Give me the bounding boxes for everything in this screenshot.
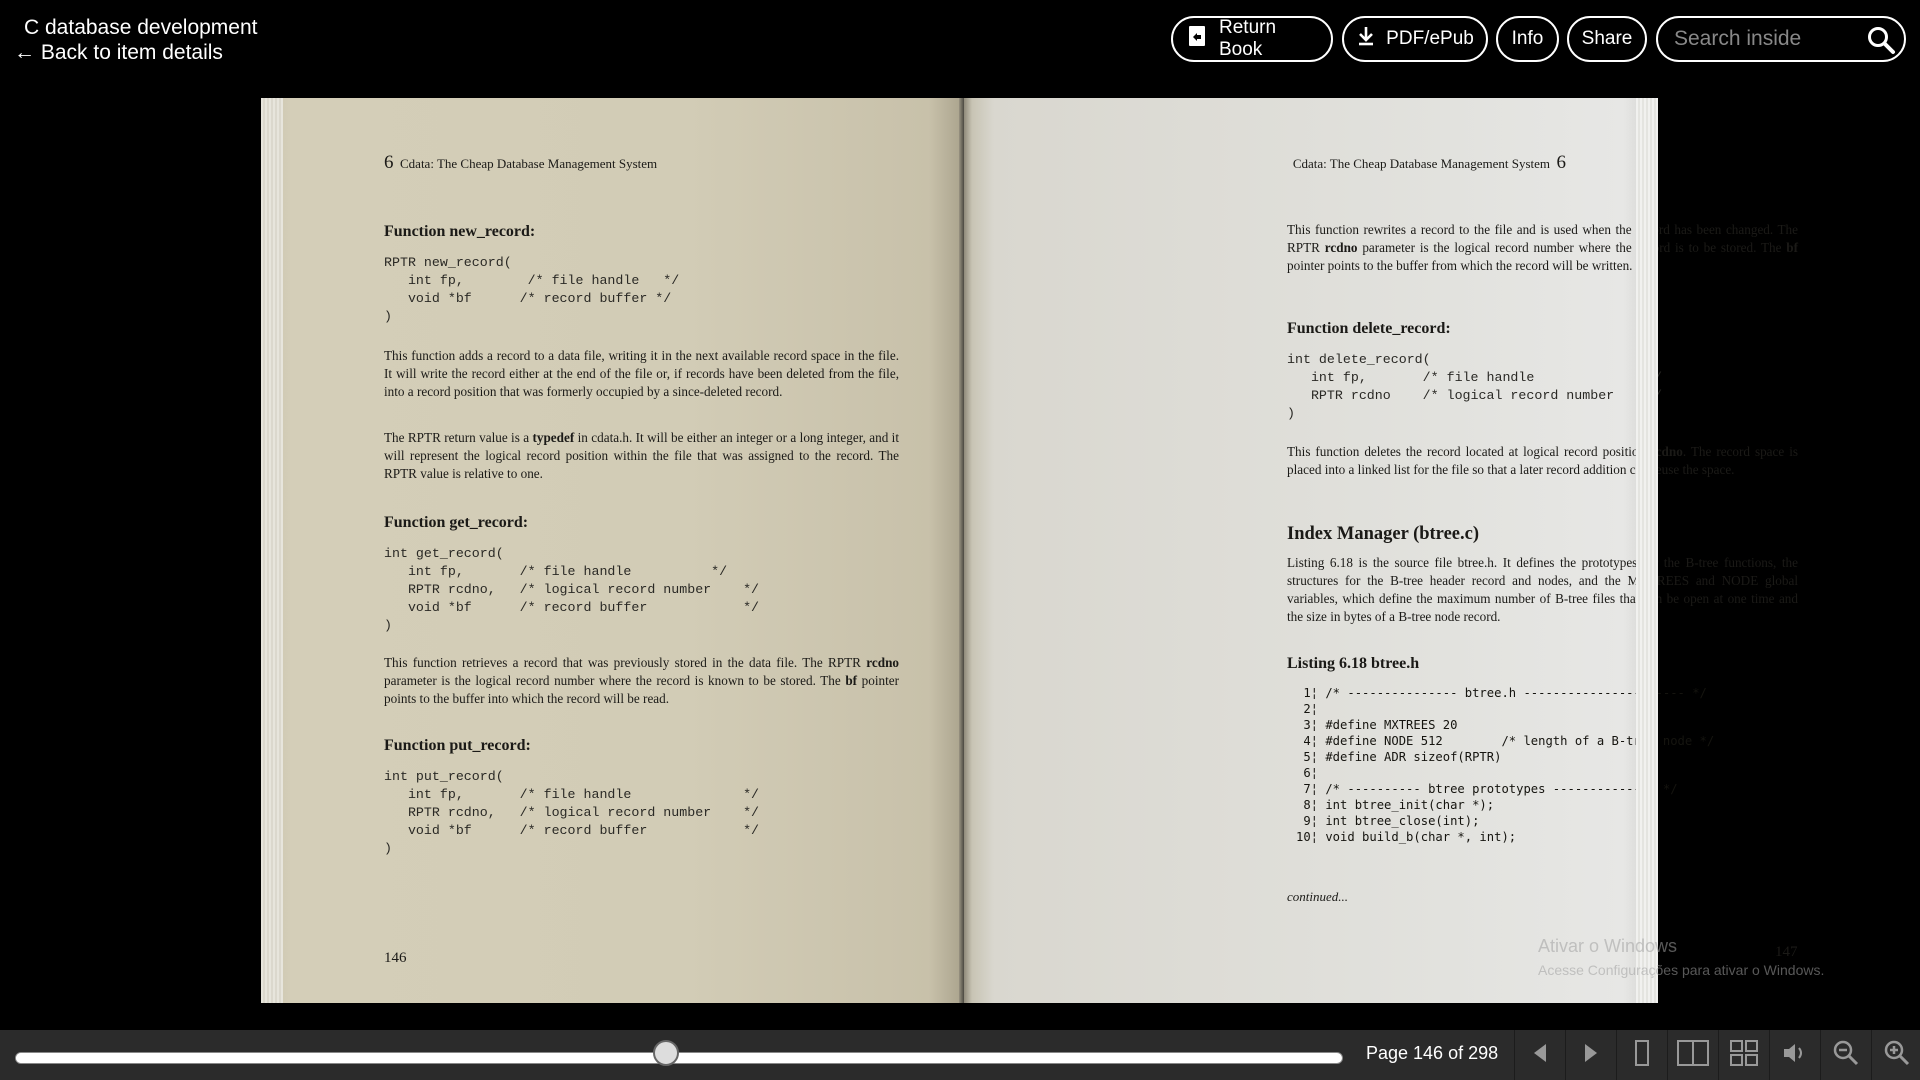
page-slider-fill xyxy=(16,1053,666,1063)
book-title: C database development xyxy=(24,16,258,39)
right-page[interactable]: Cdata: The Cheap Database Management Sys… xyxy=(964,98,1798,1003)
paragraph-put-record: This function rewrites a record to the f… xyxy=(1287,222,1798,273)
return-book-icon xyxy=(1187,25,1209,53)
paragraph-new-record-2: The RPTR return value is a typedef in cd… xyxy=(384,430,899,481)
zoom-out-icon xyxy=(1833,1040,1859,1071)
info-label: Info xyxy=(1511,28,1544,49)
pdf-epub-button[interactable]: PDF/ePub xyxy=(1342,16,1488,62)
search-box xyxy=(1656,16,1906,62)
page-slider-track[interactable] xyxy=(15,1052,1343,1064)
page-number-left: 146 xyxy=(384,950,407,966)
paragraph-new-record-1: This function adds a record to a data fi… xyxy=(384,348,899,399)
page-edges xyxy=(261,98,283,1003)
page-number-right: 147 xyxy=(1775,944,1798,960)
left-page[interactable]: 6 Cdata: The Cheap Database Management S… xyxy=(261,98,964,1003)
book-spread: 6 Cdata: The Cheap Database Management S… xyxy=(261,98,1798,1003)
paragraph-index-manager: Listing 6.18 is the source file btree.h.… xyxy=(1287,555,1798,624)
return-book-label: Return Book xyxy=(1219,17,1277,60)
thumbnail-view-icon xyxy=(1729,1039,1758,1071)
zoom-in-button[interactable] xyxy=(1871,1030,1920,1080)
two-page-view-icon xyxy=(1676,1039,1709,1071)
code-delete-record: int delete_record( int fp, /* file handl… xyxy=(1287,352,1662,421)
download-icon xyxy=(1356,25,1376,53)
one-page-view-icon xyxy=(1632,1039,1652,1071)
code-new-record: RPTR new_record( int fp, /* file handle … xyxy=(384,255,680,324)
code-get-record: int get_record( int fp, /* file handle *… xyxy=(384,546,760,633)
zoom-in-icon xyxy=(1884,1040,1910,1071)
bottom-toolbar: Page 146 of 298 xyxy=(0,1030,1920,1080)
heading-put-record: Function put_record: xyxy=(384,737,531,754)
read-aloud-icon xyxy=(1782,1041,1808,1070)
next-page-icon xyxy=(1581,1042,1601,1069)
windows-watermark-title: Ativar o Windows xyxy=(1538,936,1678,956)
continued-note: continued... xyxy=(1287,889,1349,904)
code-put-record: int put_record( int fp, /* file handle *… xyxy=(384,769,760,856)
next-page-button[interactable] xyxy=(1565,1030,1615,1080)
search-input[interactable] xyxy=(1672,26,1857,52)
heading-get-record: Function get_record: xyxy=(384,514,529,531)
running-head-left: 6 Cdata: The Cheap Database Management S… xyxy=(384,152,658,173)
search-icon[interactable] xyxy=(1866,25,1896,60)
page-slider-thumb[interactable] xyxy=(652,1040,679,1066)
heading-listing: Listing 6.18 btree.h xyxy=(1287,655,1420,672)
back-to-item-details-link[interactable]: ← Back to item details xyxy=(14,41,223,65)
one-page-view-button[interactable] xyxy=(1616,1030,1666,1080)
thumbnail-view-button[interactable] xyxy=(1718,1030,1768,1080)
page-edges-right xyxy=(1636,98,1658,1003)
two-page-view-button[interactable] xyxy=(1667,1030,1717,1080)
read-aloud-button[interactable] xyxy=(1769,1030,1819,1080)
heading-new-record: Function new_record: xyxy=(384,223,536,240)
pdf-epub-label: PDF/ePub xyxy=(1386,28,1474,49)
top-bar: C database development ← Back to item de… xyxy=(0,0,1920,96)
share-label: Share xyxy=(1581,28,1633,49)
prev-page-button[interactable] xyxy=(1514,1030,1564,1080)
share-button[interactable]: Share xyxy=(1567,16,1647,62)
windows-watermark-subtitle: Acesse Configurações para ativar o Windo… xyxy=(1538,962,1825,978)
info-button[interactable]: Info xyxy=(1496,16,1559,62)
page-indicator: Page 146 of 298 xyxy=(1366,1043,1499,1063)
return-book-button[interactable]: Return Book xyxy=(1171,16,1333,62)
heading-index-manager: Index Manager (btree.c) xyxy=(1287,524,1479,544)
prev-page-icon xyxy=(1530,1042,1550,1069)
running-head-right: Cdata: The Cheap Database Management Sys… xyxy=(1292,152,1566,173)
zoom-out-button[interactable] xyxy=(1820,1030,1870,1080)
paragraph-get-record: This function retrieves a record that wa… xyxy=(384,655,899,706)
heading-delete-record: Function delete_record: xyxy=(1287,320,1451,337)
paragraph-delete-record: This function deletes the record located… xyxy=(1287,444,1799,477)
